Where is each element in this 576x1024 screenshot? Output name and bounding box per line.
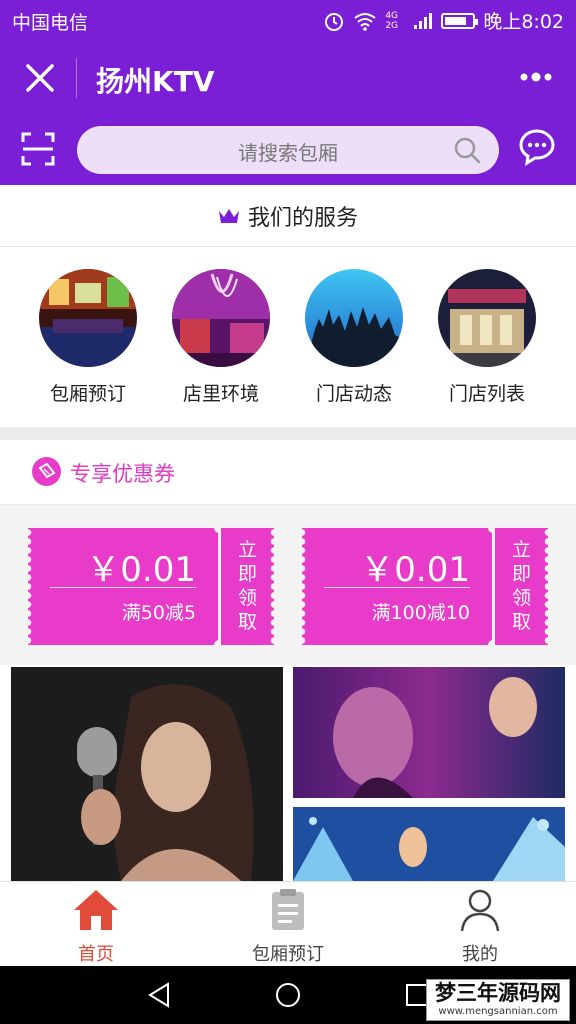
promo-photos — [0, 665, 576, 881]
bottom-tab-bar: 首页 包厢预订 我的 — [0, 881, 576, 966]
claim-coupon-button[interactable]: 立 即 领 取 — [495, 528, 548, 645]
page-title: 扬州KTV — [96, 65, 215, 98]
party-photo[interactable] — [293, 667, 565, 798]
services-title: 我们的服务 — [247, 206, 358, 231]
environment-photo — [172, 269, 270, 367]
service-label: 包厢预订 — [49, 383, 126, 405]
title-bar: 扬州KTV — [0, 40, 576, 118]
claim-char: 立 — [511, 539, 531, 561]
claim-char: 即 — [237, 563, 257, 585]
claim-coupon-button[interactable]: 立 即 领 取 — [221, 528, 274, 645]
ticket-icon — [32, 457, 61, 486]
coupons-title: 专享优惠券 — [70, 462, 175, 486]
home-icon — [74, 890, 118, 930]
watermark-title: 梦三年源码网 — [435, 981, 561, 1005]
concert-photo[interactable] — [293, 807, 565, 881]
service-label: 门店列表 — [448, 383, 525, 405]
watermark-url: www.mengsannian.com — [438, 1006, 558, 1017]
service-news[interactable]: 门店动态 — [294, 269, 414, 406]
coupon-body: ￥0.01 满100减10 — [302, 528, 492, 645]
claim-char: 取 — [237, 611, 257, 633]
coupon-condition: 满50减5 — [121, 602, 196, 624]
claim-char: 取 — [511, 611, 531, 633]
status-bar: 中国电信 4G 2G 晚上8:02 — [0, 0, 576, 40]
home-nav-icon[interactable] — [273, 980, 303, 1010]
carrier-label: 中国电信 — [12, 12, 89, 34]
scan-icon[interactable] — [20, 131, 56, 167]
singer-photo[interactable] — [11, 667, 283, 881]
close-icon[interactable] — [22, 58, 58, 98]
coupon-amount: ￥0.01 — [86, 550, 196, 590]
status-icons: 4G 2G 晚上8:02 — [323, 7, 564, 34]
claim-char: 即 — [511, 563, 531, 585]
coupon-card: ￥0.01 满100减10 立 即 领 取 — [302, 523, 548, 650]
tab-label: 首页 — [78, 944, 114, 965]
search-placeholder: 请搜索包厢 — [238, 141, 338, 165]
room-booking-photo — [39, 269, 137, 367]
coupon-amount: ￥0.01 — [360, 550, 470, 590]
news-photo — [305, 269, 403, 367]
battery-icon — [441, 12, 479, 29]
user-icon — [460, 889, 500, 932]
coupons-header: 专享优惠券 — [0, 440, 576, 505]
clipboard-icon — [272, 889, 304, 930]
tab-label: 我的 — [462, 944, 498, 965]
search-input[interactable]: 请搜索包厢 — [77, 126, 499, 174]
crown-icon — [218, 209, 239, 223]
more-options-icon[interactable] — [518, 62, 554, 92]
coupon-card: ￥0.01 满50减5 立 即 领 取 — [28, 523, 274, 650]
store-list-photo — [438, 269, 536, 367]
service-label: 店里环境 — [182, 383, 259, 405]
service-room-booking[interactable]: 包厢预订 — [28, 269, 148, 406]
coupon-body: ￥0.01 满50减5 — [28, 528, 218, 645]
claim-char: 立 — [237, 539, 257, 561]
site-watermark: 梦三年源码网 www.mengsannian.com — [426, 979, 570, 1021]
signal-icon — [414, 12, 433, 29]
search-icon[interactable] — [453, 136, 481, 164]
alarm-icon — [325, 12, 344, 31]
services-grid: 包厢预订 店里环境 门店动态 门店列表 — [0, 247, 576, 427]
services-header: 我们的服务 — [0, 185, 576, 247]
coupon-list: ￥0.01 满50减5 立 即 领 取 ￥0.01 满100减10 立 即 领 … — [0, 505, 576, 665]
service-store-list[interactable]: 门店列表 — [427, 269, 547, 406]
tab-home[interactable]: 首页 — [26, 888, 166, 966]
search-bar: 请搜索包厢 — [0, 118, 576, 185]
coupon-condition: 满100减10 — [371, 602, 470, 624]
clock-label: 晚上8:02 — [483, 11, 564, 33]
service-label: 门店动态 — [315, 383, 392, 405]
claim-char: 领 — [511, 587, 531, 609]
title-divider — [76, 58, 77, 98]
back-icon[interactable] — [144, 980, 174, 1010]
service-environment[interactable]: 店里环境 — [161, 269, 281, 406]
message-icon[interactable] — [518, 128, 556, 166]
tab-label: 包厢预订 — [252, 944, 324, 965]
wifi-icon — [354, 12, 376, 31]
tab-profile[interactable]: 我的 — [410, 888, 550, 966]
network-label: 4G 2G — [385, 10, 399, 31]
claim-char: 领 — [237, 587, 257, 609]
tab-room-booking[interactable]: 包厢预订 — [218, 888, 358, 966]
